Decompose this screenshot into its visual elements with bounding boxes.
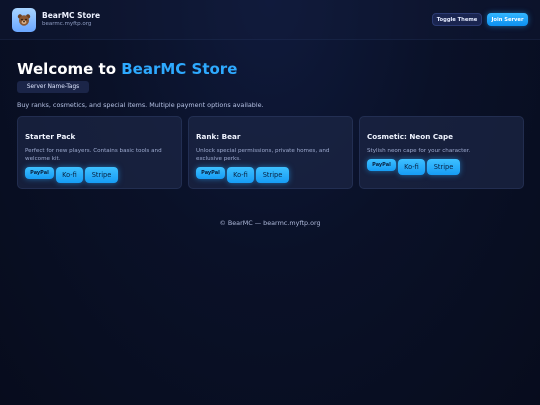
- hero-description: Buy ranks, cosmetics, and special items.…: [17, 101, 264, 109]
- product-title: Cosmetic: Neon Cape: [367, 132, 453, 141]
- kofi-button[interactable]: Ko-fi: [227, 167, 254, 183]
- product-card-rank-bear: Rank: Bear Unlock special permissions, p…: [188, 116, 353, 189]
- product-card-starter-pack: Starter Pack Perfect for new players. Co…: [17, 116, 182, 189]
- site-domain: bearmc.myftp.org: [42, 21, 92, 27]
- top-bar: BearMC Store bearmc.myftp.org Toggle The…: [0, 0, 540, 40]
- kofi-button[interactable]: Ko-fi: [398, 159, 425, 175]
- page-title-prefix: Welcome to: [17, 60, 122, 78]
- product-description: Stylish neon cape for your character.: [367, 148, 471, 154]
- stripe-button[interactable]: Stripe: [256, 167, 289, 183]
- toggle-theme-button[interactable]: Toggle Theme: [432, 13, 482, 26]
- site-title: BearMC Store: [42, 11, 101, 20]
- product-title: Starter Pack: [25, 132, 76, 141]
- footer-text: © BearMC — bearmc.myftp.org: [219, 219, 321, 227]
- paypal-button[interactable]: PayPal: [196, 167, 225, 179]
- server-name-tags-pill[interactable]: Server Name-Tags: [17, 81, 89, 93]
- product-title: Rank: Bear: [196, 132, 241, 141]
- page-title: Welcome to BearMC Store: [17, 60, 237, 78]
- product-card-neon-cape: Cosmetic: Neon Cape Stylish neon cape fo…: [359, 116, 524, 189]
- join-server-button[interactable]: Join Server: [487, 13, 528, 26]
- stripe-button[interactable]: Stripe: [427, 159, 460, 175]
- kofi-button[interactable]: Ko-fi: [56, 167, 83, 183]
- paypal-button[interactable]: PayPal: [25, 167, 54, 179]
- page-title-accent: BearMC Store: [121, 60, 238, 78]
- product-description: Perfect for new players. Contains basic …: [25, 148, 162, 162]
- product-description: Unlock special permissions, private home…: [196, 148, 330, 162]
- stripe-button[interactable]: Stripe: [85, 167, 118, 183]
- bear-icon: [12, 8, 36, 32]
- paypal-button[interactable]: PayPal: [367, 159, 396, 171]
